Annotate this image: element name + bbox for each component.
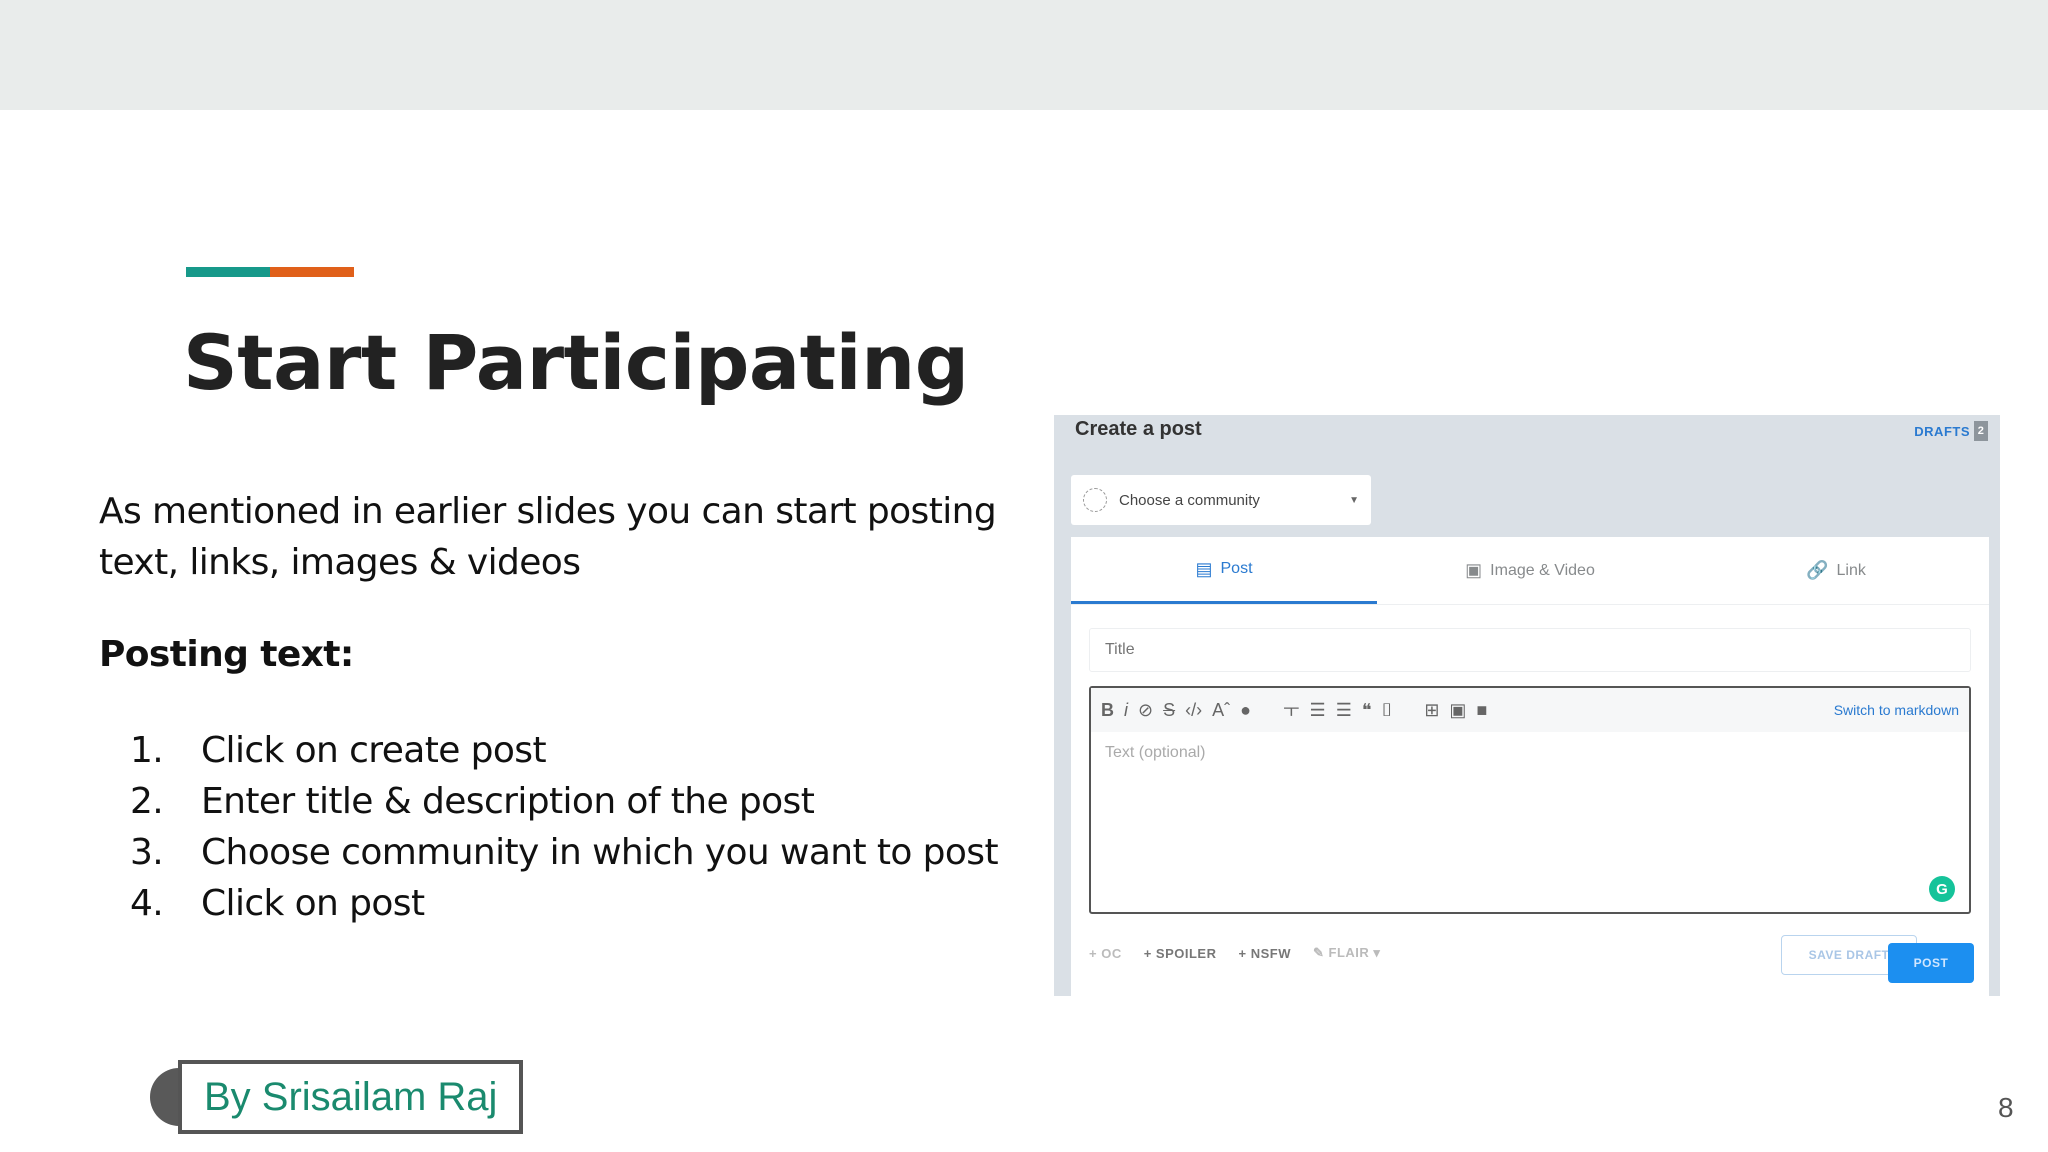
superscript-icon[interactable]: Aˆ — [1212, 700, 1230, 721]
author-tag: By Srisailam Raj — [150, 1060, 524, 1134]
step-number: 3. — [130, 832, 164, 873]
top-band — [0, 0, 2048, 110]
video-icon[interactable]: ■ — [1476, 700, 1487, 721]
flair-label: FLAIR — [1328, 945, 1370, 960]
link-icon: 🔗 — [1806, 560, 1829, 580]
link-icon[interactable]: ⊘ — [1138, 700, 1153, 721]
flair-button[interactable]: ✎ FLAIR ▾ — [1313, 945, 1380, 961]
tab-label: Post — [1220, 560, 1253, 577]
accent-teal — [186, 267, 270, 277]
step-text: Click on post — [201, 883, 425, 924]
title-input[interactable] — [1089, 628, 1971, 672]
tab-image-video[interactable]: ▣ Image & Video — [1377, 537, 1683, 604]
slide-title: Start Participating — [183, 318, 969, 407]
bulleted-list-icon[interactable]: ☰ — [1310, 700, 1326, 721]
nsfw-tag-button[interactable]: + NSFW — [1239, 946, 1291, 961]
step-number: 2. — [130, 781, 164, 822]
step-number: 1. — [130, 730, 164, 771]
posting-text-heading: Posting text: — [99, 634, 354, 675]
step-text: Click on create post — [201, 730, 547, 771]
community-avatar-icon — [1083, 488, 1107, 512]
community-placeholder: Choose a community — [1119, 491, 1260, 509]
oc-tag-button[interactable]: + OC — [1089, 946, 1122, 961]
list-item: 4. Click on post — [130, 883, 998, 934]
text-placeholder: Text (optional) — [1105, 744, 1206, 761]
step-number: 4. — [130, 883, 164, 924]
tab-label: Link — [1836, 561, 1866, 579]
text-editor[interactable]: B i ⊘ S ‹/› Aˆ ● ㅜ ☰ ☰ ❝ ⌷ ⊞ ▣ ■ Switch … — [1089, 686, 1971, 914]
list-item: 2. Enter title & description of the post — [130, 781, 998, 832]
chevron-down-icon: ▼ — [1349, 494, 1359, 506]
image-icon: ▣ — [1465, 560, 1483, 580]
create-post-screenshot: Create a post DRAFTS 2 Choose a communit… — [1054, 415, 2000, 996]
list-item: 3. Choose community in which you want to … — [130, 832, 999, 883]
code-icon[interactable]: ‹/› — [1185, 700, 1202, 721]
drafts-button[interactable]: DRAFTS 2 — [1914, 421, 1988, 441]
list-item: 1. Click on create post — [130, 730, 998, 781]
steps-list: 1. Click on create post 2. Enter title & d… — [130, 730, 999, 934]
strikethrough-icon[interactable]: S — [1163, 700, 1175, 721]
switch-to-markdown-link[interactable]: Switch to markdown — [1834, 702, 1959, 718]
grammarly-icon[interactable]: G — [1929, 876, 1955, 902]
create-post-heading: Create a post — [1075, 418, 1202, 440]
post-form-card: ▤ Post ▣ Image & Video 🔗 Link B i ⊘ S ‹/… — [1071, 537, 1989, 996]
step-text: Enter title & description of the post — [201, 781, 815, 822]
heading-icon[interactable]: ㅜ — [1283, 697, 1300, 723]
drafts-count-badge: 2 — [1974, 421, 1988, 441]
intro-text: As mentioned in earlier slides you can s… — [99, 491, 997, 583]
spoiler-icon[interactable]: ● — [1240, 700, 1251, 721]
tab-link[interactable]: 🔗 Link — [1683, 537, 1989, 604]
step-text: Choose community in which you want to po… — [201, 832, 999, 873]
code-block-icon[interactable]: ⌷ — [1382, 700, 1393, 721]
post-icon: ▤ — [1195, 558, 1213, 579]
author-name: By Srisailam Raj — [178, 1060, 524, 1134]
post-button[interactable]: POST — [1888, 943, 1974, 983]
quote-icon[interactable]: ❝ — [1362, 700, 1372, 721]
italic-icon[interactable]: i — [1124, 700, 1128, 721]
image-icon[interactable]: ▣ — [1449, 700, 1466, 721]
spoiler-tag-button[interactable]: + SPOILER — [1144, 946, 1217, 961]
page-number: 8 — [1998, 1092, 2014, 1123]
drafts-label: DRAFTS — [1914, 423, 1970, 439]
bold-icon[interactable]: B — [1101, 700, 1114, 721]
community-select[interactable]: Choose a community ▼ — [1071, 475, 1371, 525]
accent-orange — [270, 267, 354, 277]
tab-post[interactable]: ▤ Post — [1071, 537, 1377, 604]
numbered-list-icon[interactable]: ☰ — [1336, 700, 1352, 721]
post-type-tabs: ▤ Post ▣ Image & Video 🔗 Link — [1071, 537, 1989, 605]
editor-toolbar: B i ⊘ S ‹/› Aˆ ● ㅜ ☰ ☰ ❝ ⌷ ⊞ ▣ ■ Switch … — [1091, 688, 1969, 732]
table-icon[interactable]: ⊞ — [1424, 700, 1439, 721]
tab-label: Image & Video — [1490, 561, 1595, 579]
